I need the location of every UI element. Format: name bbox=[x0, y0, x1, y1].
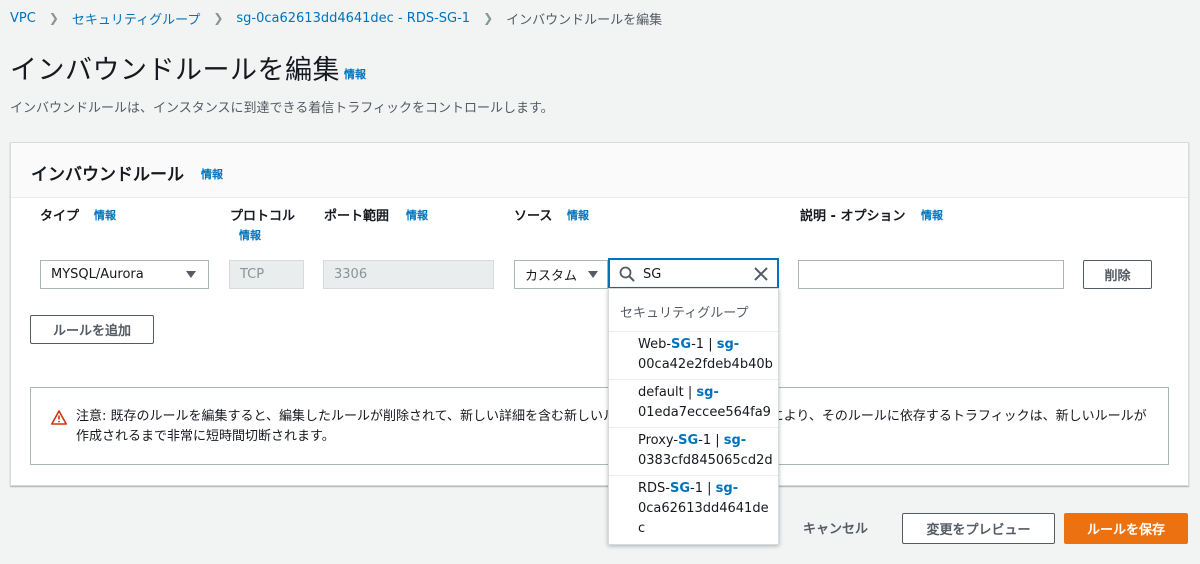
option-name: Web-SG-1 | sg- bbox=[638, 337, 740, 352]
dropdown-option[interactable]: Web-SG-1 | sg- 00ca42e2fdeb4b40b bbox=[609, 331, 778, 379]
source-type-select[interactable]: カスタム bbox=[514, 260, 608, 289]
column-label-protocol: プロトコル bbox=[230, 209, 296, 224]
save-rules-label: ルールを保存 bbox=[1086, 523, 1165, 538]
option-name: Proxy-SG-1 | sg- bbox=[638, 433, 747, 448]
add-rule-button[interactable]: ルールを追加 bbox=[30, 315, 154, 344]
option-id: 00ca42e2fdeb4b40b bbox=[638, 357, 773, 372]
source-search-dropdown: セキュリティグループ Web-SG-1 | sg- 00ca42e2fdeb4b… bbox=[608, 288, 779, 545]
caret-down-icon bbox=[186, 271, 196, 278]
panel-info-link[interactable]: 情報 bbox=[201, 166, 223, 182]
option-id: 01eda7eccee564fa9 bbox=[638, 405, 771, 420]
cancel-button[interactable]: キャンセル bbox=[803, 518, 868, 537]
panel-header: インバウンドルール 情報 bbox=[11, 143, 1188, 198]
dropdown-group-label: セキュリティグループ bbox=[620, 306, 749, 321]
chevron-right-icon: ❯ bbox=[213, 11, 224, 25]
protocol-field: TCP bbox=[229, 260, 304, 289]
option-name: RDS-SG-1 | sg- bbox=[638, 481, 739, 496]
page-description: インバウンドルールは、インスタンスに到達できる着信トラフィックをコントロールしま… bbox=[10, 101, 554, 116]
delete-rule-label: 削除 bbox=[1104, 269, 1131, 284]
dropdown-option[interactable]: default | sg- 01eda7eccee564fa9 bbox=[609, 379, 778, 427]
breadcrumb-security-groups[interactable]: セキュリティグループ bbox=[72, 9, 200, 28]
description-info-link[interactable]: 情報 bbox=[921, 207, 943, 223]
protocol-value: TCP bbox=[240, 267, 265, 282]
column-label-port-range: ポート範囲 bbox=[324, 209, 390, 224]
chevron-right-icon: ❯ bbox=[483, 11, 494, 25]
description-input[interactable] bbox=[798, 260, 1064, 289]
dropdown-option[interactable]: RDS-SG-1 | sg- 0ca62613dd4641de c bbox=[609, 475, 778, 545]
warning-icon bbox=[51, 410, 67, 425]
source-type-value: カスタム bbox=[525, 269, 578, 284]
option-id-continued: c bbox=[638, 521, 646, 536]
source-info-link[interactable]: 情報 bbox=[567, 207, 589, 223]
add-rule-label: ルールを追加 bbox=[52, 324, 131, 339]
port-range-info-link[interactable]: 情報 bbox=[406, 207, 428, 223]
breadcrumb: VPC ❯ セキュリティグループ ❯ sg-0ca62613dd4641dec … bbox=[10, 9, 663, 28]
type-select-value: MYSQL/Aurora bbox=[51, 267, 144, 282]
panel-title: インバウンドルール bbox=[31, 165, 184, 185]
option-id: 0383cfd845065cd2d bbox=[638, 453, 773, 468]
preview-changes-label: 変更をプレビュー bbox=[926, 523, 1031, 538]
protocol-info-link[interactable]: 情報 bbox=[239, 227, 261, 243]
page-title: インバウンドルールを編集 bbox=[10, 55, 340, 86]
column-label-source: ソース bbox=[514, 209, 553, 224]
dropdown-option[interactable]: Proxy-SG-1 | sg- 0383cfd845065cd2d bbox=[609, 427, 778, 475]
close-icon[interactable] bbox=[753, 266, 769, 282]
source-search-value: SG bbox=[643, 267, 662, 282]
warning-alert: 注意: 既存のルールを編集すると、編集したルールが削除されて、新しい詳細を含む新… bbox=[30, 387, 1169, 465]
page-info-link[interactable]: 情報 bbox=[344, 66, 366, 82]
search-icon bbox=[619, 266, 635, 282]
delete-rule-button[interactable]: 削除 bbox=[1083, 260, 1152, 289]
save-rules-button[interactable]: ルールを保存 bbox=[1064, 513, 1188, 544]
breadcrumb-vpc[interactable]: VPC bbox=[10, 11, 36, 26]
preview-changes-button[interactable]: 変更をプレビュー bbox=[902, 513, 1055, 544]
caret-down-icon bbox=[588, 271, 598, 278]
column-label-type: タイプ bbox=[40, 209, 80, 224]
chevron-right-icon: ❯ bbox=[48, 11, 59, 25]
breadcrumb-security-group[interactable]: sg-0ca62613dd4641dec - RDS-SG-1 bbox=[236, 11, 470, 26]
port-range-field: 3306 bbox=[323, 260, 494, 289]
column-label-description: 説明 - オプション bbox=[800, 209, 906, 224]
source-search-input[interactable]: SG bbox=[608, 258, 779, 289]
option-name: default | sg- bbox=[638, 385, 719, 400]
type-select[interactable]: MYSQL/Aurora bbox=[40, 260, 209, 289]
option-id: 0ca62613dd4641de bbox=[638, 501, 769, 516]
breadcrumb-current: インバウンドルールを編集 bbox=[506, 12, 663, 28]
type-info-link[interactable]: 情報 bbox=[94, 207, 116, 223]
port-range-value: 3306 bbox=[334, 267, 368, 282]
